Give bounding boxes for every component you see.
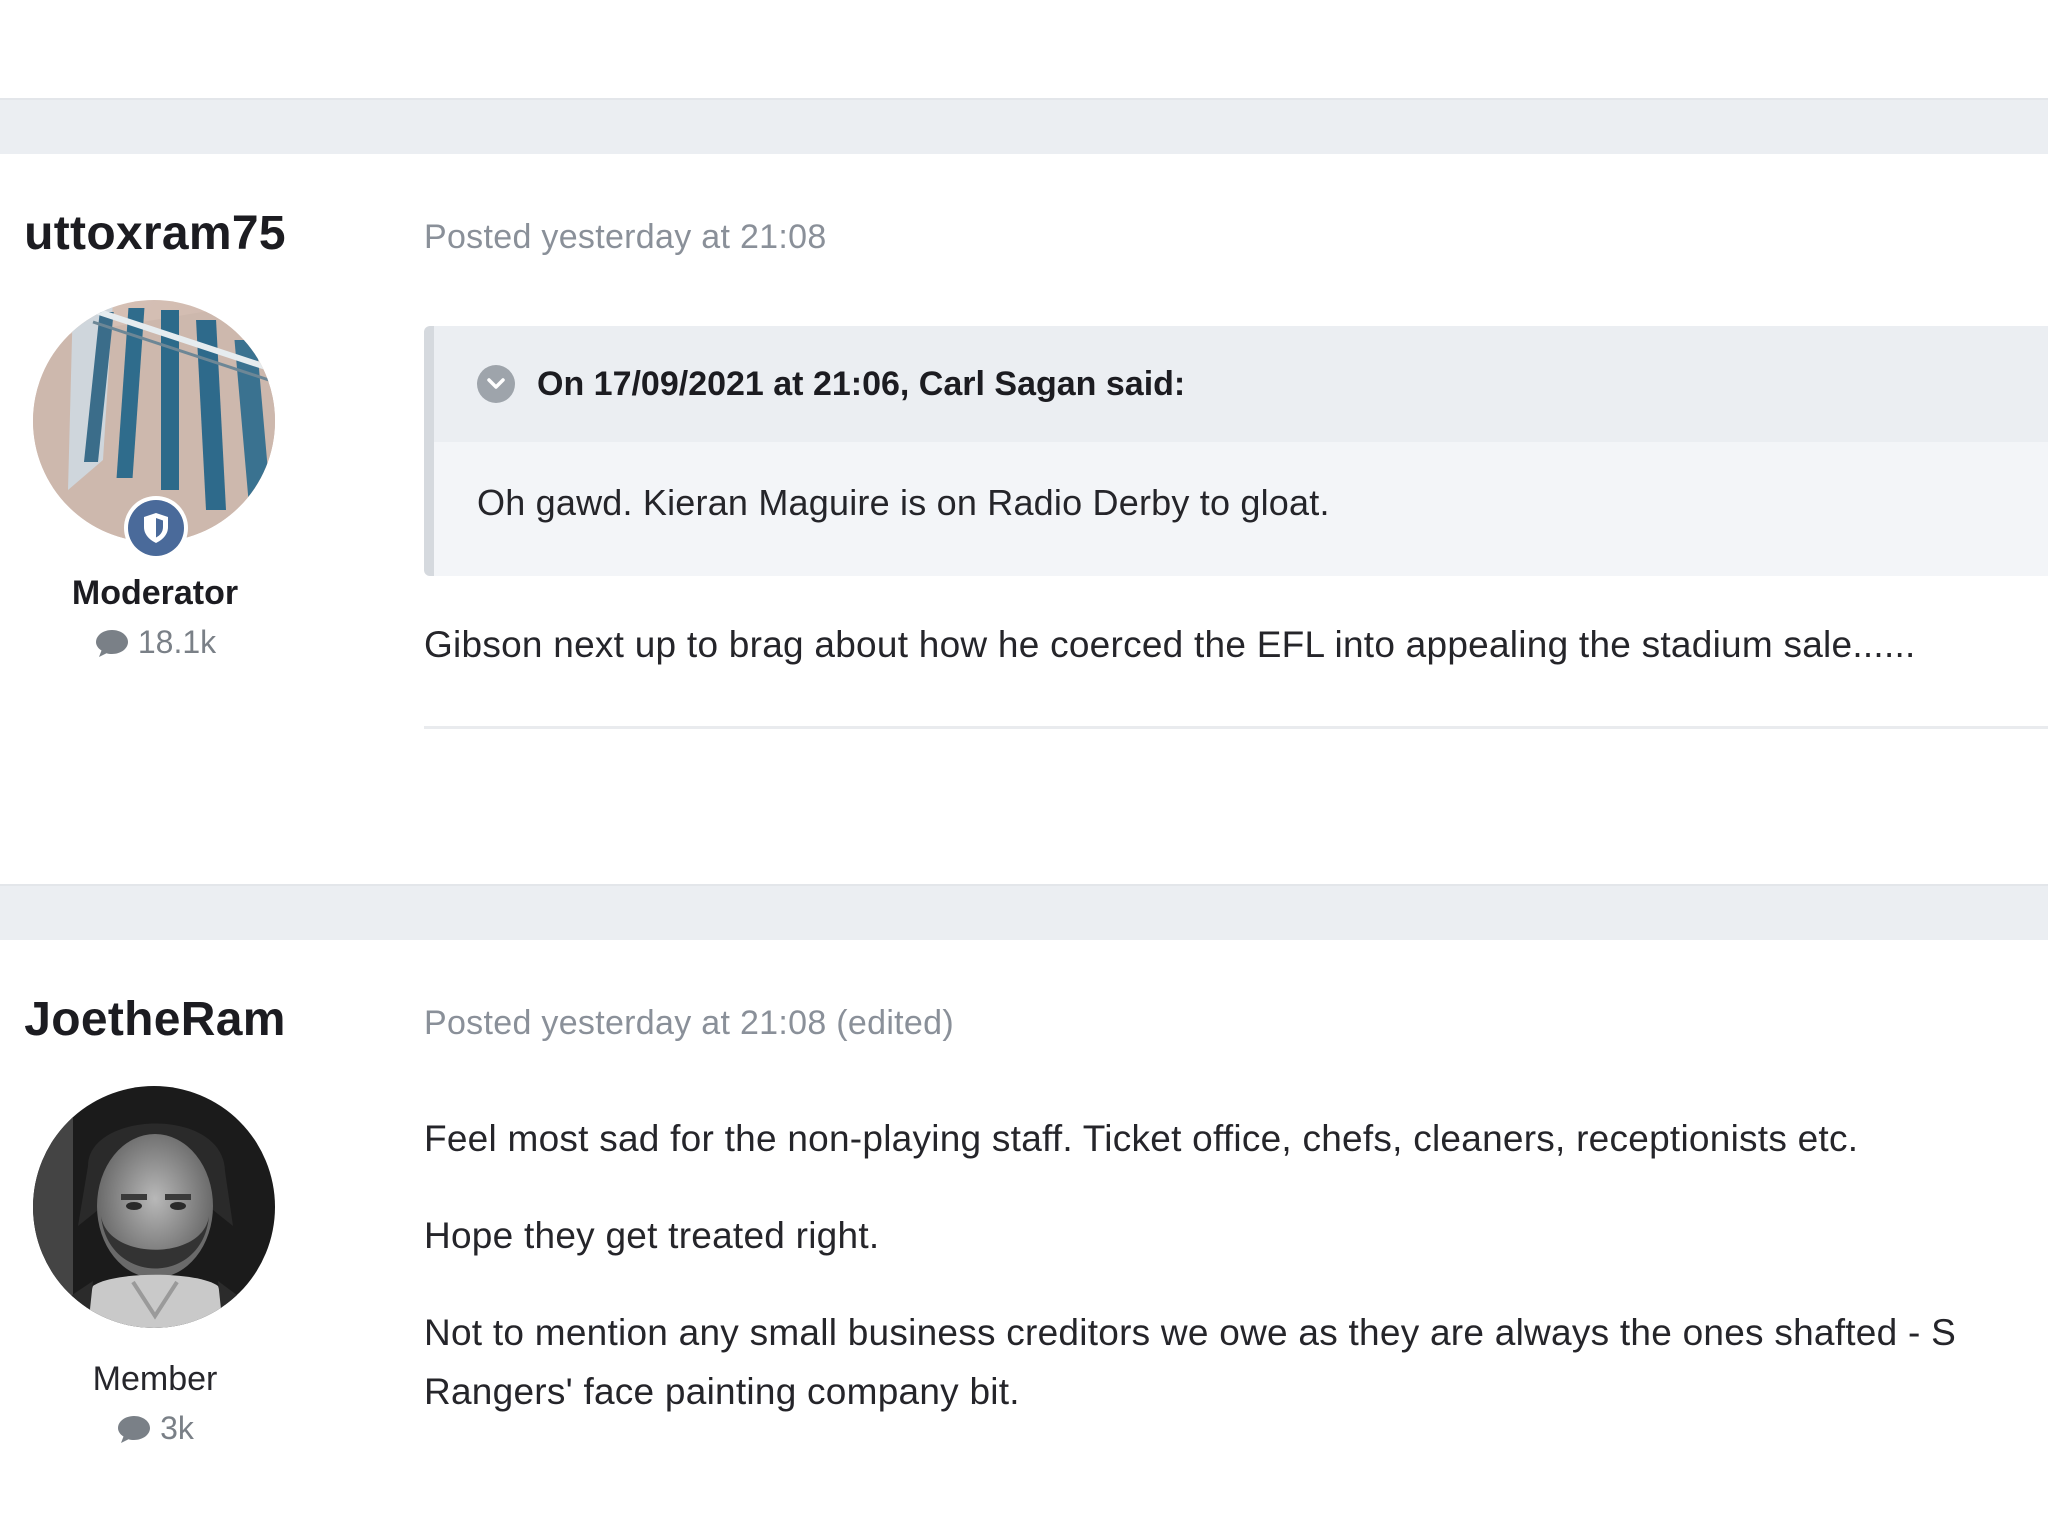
post-paragraph: Not to mention any small business credit… (424, 1312, 1957, 1353)
post-divider (424, 726, 2048, 729)
comment-icon (118, 1415, 151, 1443)
comment-icon (95, 629, 128, 657)
post-count-value: 3k (160, 1410, 194, 1446)
avatar[interactable] (33, 1086, 275, 1328)
author-name[interactable]: JoetheRam (0, 992, 310, 1047)
shield-icon (144, 513, 168, 543)
post-count: 3k (0, 1410, 310, 1447)
post-paragraph: Hope they get treated right. (424, 1215, 880, 1256)
post-separator (0, 884, 2048, 940)
quote-block: On 17/09/2021 at 21:06, Carl Sagan said:… (424, 326, 2048, 576)
author-name[interactable]: uttoxram75 (0, 206, 310, 261)
forum-topic-page: uttoxram75 Moderator 18.1k Posted yester… (0, 0, 2048, 1536)
post-paragraph: Gibson next up to brag about how he coer… (424, 624, 1916, 665)
moderator-badge (124, 496, 188, 560)
post-paragraph: Feel most sad for the non-playing staff.… (424, 1118, 1859, 1159)
quote-citation: On 17/09/2021 at 21:06, Carl Sagan said: (537, 364, 1186, 403)
post-separator (0, 98, 2048, 154)
quote-text: Oh gawd. Kieran Maguire is on Radio Derb… (477, 482, 1330, 523)
post-meta[interactable]: Posted yesterday at 21:08 (edited) (424, 1004, 954, 1043)
post-count: 18.1k (0, 624, 310, 661)
author-role: Moderator (71, 574, 239, 612)
author-role: Member (92, 1360, 218, 1398)
post-count-value: 18.1k (137, 624, 217, 660)
quote-header[interactable]: On 17/09/2021 at 21:06, Carl Sagan said: (434, 326, 2048, 442)
post-paragraph: Rangers' face painting company bit. (424, 1371, 1020, 1412)
quote-toggle[interactable] (477, 365, 515, 403)
chevron-down-icon (487, 378, 505, 389)
post-meta[interactable]: Posted yesterday at 21:08 (424, 218, 827, 257)
